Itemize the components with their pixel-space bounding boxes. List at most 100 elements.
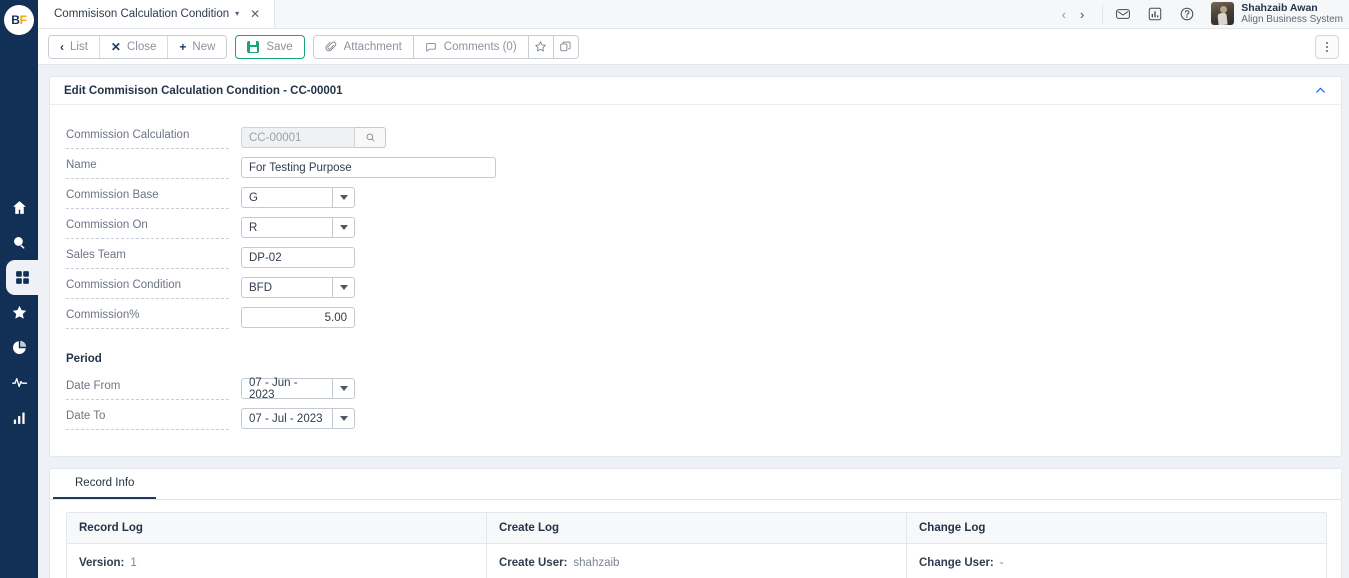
sidebar-item-analytics[interactable]: [0, 400, 38, 435]
commission-base-dropdown-button[interactable]: [332, 187, 355, 208]
nav-back-icon[interactable]: ‹: [1062, 8, 1066, 21]
close-button-label: Close: [126, 40, 157, 53]
column-header-record-log: Record Log: [79, 522, 143, 534]
star-outline-icon: [535, 41, 546, 52]
version-key: Version:: [79, 557, 125, 569]
record-log-table: Record Log Create Log Change Log Version…: [66, 512, 1327, 578]
list-button[interactable]: ‹ List: [49, 35, 99, 58]
label-commission-condition: Commission Condition: [66, 279, 229, 299]
tab-record-info[interactable]: Record Info: [53, 469, 157, 499]
browser-tab-bar: Commisison Calculation Condition ▾ ✕ ‹ ›: [38, 0, 1349, 29]
sidebar-item-apps[interactable]: [6, 260, 38, 295]
activity-pulse-icon: [11, 378, 27, 388]
label-date-from: Date From: [66, 380, 229, 400]
date-to-input[interactable]: 07 - Jul - 2023: [241, 408, 332, 429]
user-name: Shahzaib Awan: [1241, 1, 1318, 14]
caret-down-icon: [339, 225, 348, 230]
page-body: Edit Commisison Calculation Condition - …: [38, 65, 1349, 578]
record-info-content: Record Log Create Log Change Log Version…: [50, 500, 1341, 578]
sidebar-item-search[interactable]: [0, 225, 38, 260]
control-date-to: 07 - Jul - 2023: [241, 408, 355, 429]
change-user-value: -: [999, 557, 1004, 569]
record-form: Commission Calculation CC-00001 Name For…: [50, 105, 1341, 456]
close-button[interactable]: ✕ Close: [98, 35, 168, 58]
more-actions-button[interactable]: [1315, 34, 1339, 59]
help-button[interactable]: [1171, 6, 1203, 22]
page-title: Edit Commisison Calculation Condition - …: [64, 84, 343, 97]
favorite-button[interactable]: [528, 34, 554, 59]
column-header-change-log: Change Log: [906, 513, 1326, 543]
plus-icon: +: [179, 39, 187, 54]
caret-down-icon: [339, 386, 348, 391]
nav-forward-icon[interactable]: ›: [1080, 8, 1084, 21]
sidebar-item-home[interactable]: [0, 190, 38, 225]
copy-button[interactable]: [553, 34, 579, 59]
create-user-key: Create User:: [499, 557, 568, 569]
version-value: 1: [130, 557, 137, 569]
chevron-down-icon[interactable]: ▾: [235, 10, 239, 18]
table-header-row: Record Log Create Log Change Log: [67, 513, 1326, 544]
sidebar-item-reports[interactable]: [0, 330, 38, 365]
star-icon: [12, 305, 26, 319]
pie-chart-icon: [12, 340, 26, 354]
name-input[interactable]: For Testing Purpose: [241, 157, 496, 178]
new-button-label: New: [192, 40, 216, 53]
messages-button[interactable]: [1107, 6, 1139, 22]
record-info-tabstrip: Record Info: [50, 469, 1341, 500]
open-record-tab[interactable]: Commisison Calculation Condition ▾ ✕: [38, 0, 276, 28]
commission-condition-dropdown-button[interactable]: [332, 277, 355, 298]
control-name: For Testing Purpose: [241, 157, 496, 178]
left-nav-rail: BF: [0, 0, 38, 578]
label-name: Name: [66, 159, 229, 179]
search-icon: [13, 237, 24, 249]
commission-on-dropdown-button[interactable]: [332, 217, 355, 238]
attachment-button[interactable]: Attachment: [312, 34, 414, 59]
toolbar-divider: [1102, 5, 1104, 23]
cell-change-log: Change User: -: [906, 544, 1326, 578]
commission-base-select-value[interactable]: G: [241, 187, 332, 208]
chevron-left-icon: ‹: [60, 39, 64, 54]
save-button-label: Save: [266, 40, 293, 53]
copy-icon: [560, 41, 571, 52]
sidebar-item-activity[interactable]: [0, 365, 38, 400]
cell-create-log: Create User: shahzaib: [486, 544, 906, 578]
commission-calculation-lookup-button[interactable]: [355, 127, 386, 148]
tab-bar-spacer: [275, 0, 1055, 28]
control-commission-condition: BFD: [241, 277, 355, 298]
commission-calculation-input[interactable]: CC-00001: [241, 127, 355, 148]
secondary-action-group: Attachment Comments (0): [312, 34, 579, 59]
dashboard-button[interactable]: [1139, 6, 1171, 22]
date-from-calendar-button[interactable]: [332, 378, 355, 399]
kebab-dot: [1326, 41, 1328, 44]
panel-header: Edit Commisison Calculation Condition - …: [50, 77, 1341, 105]
control-sales-team: DP-02: [241, 247, 355, 268]
sidebar-item-favorites[interactable]: [0, 295, 38, 330]
commission-percent-input[interactable]: 5.00: [241, 307, 355, 328]
open-record-tab-label: Commisison Calculation Condition: [54, 8, 230, 20]
commission-condition-select-value[interactable]: BFD: [241, 277, 332, 298]
sales-team-input[interactable]: DP-02: [241, 247, 355, 268]
label-commission-base: Commission Base: [66, 189, 229, 209]
new-button[interactable]: + New: [167, 35, 227, 58]
user-menu[interactable]: Shahzaib Awan Align Business System: [1203, 2, 1343, 26]
app-logo[interactable]: BF: [4, 5, 34, 35]
chart-icon: [1149, 7, 1162, 21]
close-icon[interactable]: ✕: [246, 8, 264, 20]
date-to-calendar-button[interactable]: [332, 408, 355, 429]
tab-bar-actions: ‹ › Shahzaib Awan Align Business System: [1056, 0, 1349, 28]
cell-record-log: Version: 1: [67, 544, 486, 578]
record-nav-button-group: ‹ List ✕ Close + New: [48, 34, 228, 59]
chevron-up-icon[interactable]: [1314, 84, 1327, 97]
save-button[interactable]: Save: [235, 34, 305, 59]
field-row-date-to: Date To 07 - Jul - 2023: [66, 408, 1341, 438]
close-x-icon: ✕: [110, 39, 121, 54]
control-date-from: 07 - Jun - 2023: [241, 377, 355, 401]
caret-down-icon: [339, 195, 348, 200]
comments-button[interactable]: Comments (0): [413, 34, 529, 59]
label-commission-on: Commission On: [66, 219, 229, 239]
field-row-commission-condition: Commission Condition BFD: [66, 277, 1341, 307]
commission-on-select-value[interactable]: R: [241, 217, 332, 238]
comment-bubble-icon: [426, 42, 436, 51]
paperclip-icon: [325, 41, 336, 51]
date-from-input[interactable]: 07 - Jun - 2023: [241, 377, 332, 401]
